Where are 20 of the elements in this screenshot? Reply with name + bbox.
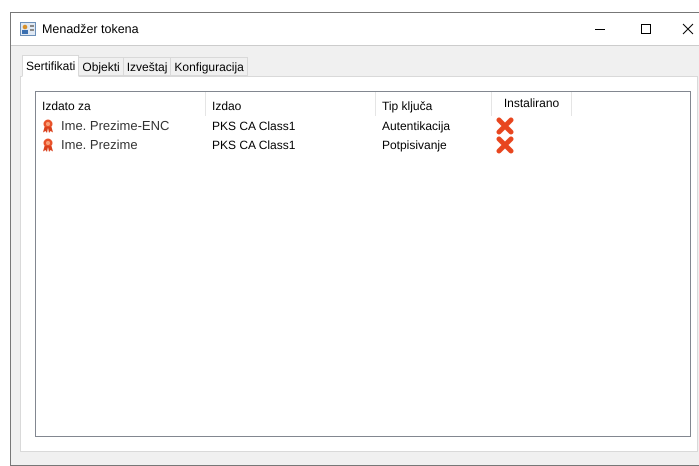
close-icon[interactable] bbox=[682, 23, 694, 35]
window-title: Menadžer tokena bbox=[42, 20, 139, 38]
column-header[interactable]: Izdato za bbox=[36, 92, 206, 116]
column-header[interactable]: Instalirano bbox=[492, 92, 572, 116]
maximize-icon[interactable] bbox=[640, 23, 652, 35]
tab[interactable]: Sertifikati bbox=[22, 55, 80, 77]
tab[interactable]: Konfiguracija bbox=[171, 57, 248, 76]
column-header[interactable]: Izdao bbox=[206, 92, 376, 116]
table-cell: PKS CA Class1 bbox=[212, 118, 296, 132]
table-cell: Autentikacija bbox=[382, 118, 450, 132]
app-icon bbox=[20, 22, 36, 36]
tab[interactable]: Objekti bbox=[79, 57, 124, 76]
table-cell: Potpisivanje bbox=[382, 138, 447, 152]
certificate-icon bbox=[42, 138, 54, 152]
tab[interactable]: Izveštaj bbox=[124, 57, 172, 76]
table-cell: PKS CA Class1 bbox=[212, 138, 296, 152]
column-header[interactable]: Tip ključa bbox=[376, 92, 492, 116]
certificate-icon bbox=[42, 118, 54, 132]
table-cell-text: Ime. Prezime-ENC bbox=[61, 116, 170, 135]
table-cell-text: Ime. Prezime bbox=[61, 136, 138, 154]
